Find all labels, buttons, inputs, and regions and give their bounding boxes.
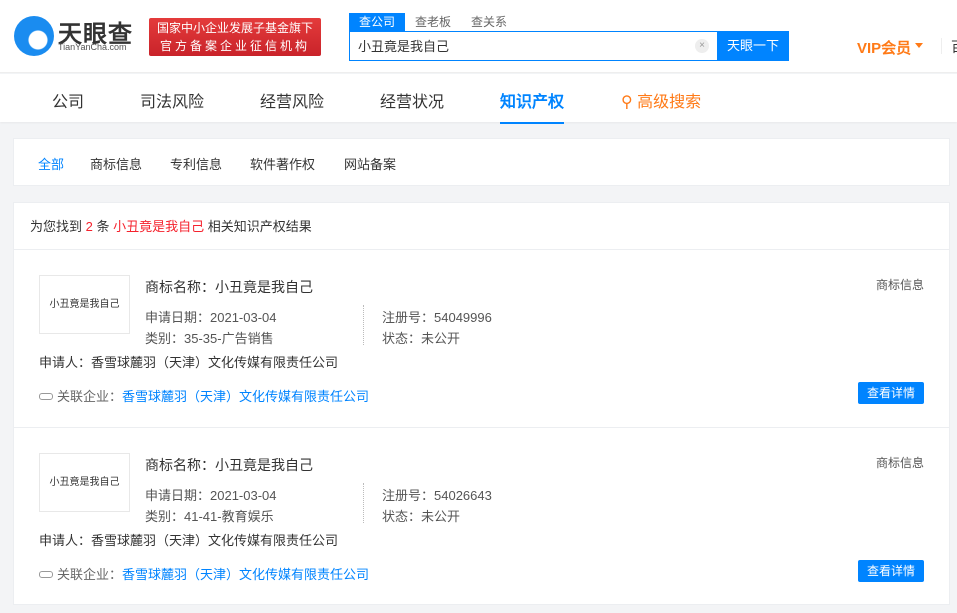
main-nav: 公司 司法风险 经营风险 经营状况 知识产权 ⚲ 高级搜索 (0, 74, 957, 124)
promo-banner[interactable]: 国家中小企业发展子基金旗下 官方备案企业征信机构 (149, 18, 321, 56)
category: 类别：41-41-教育娱乐 (145, 509, 274, 524)
filter-website[interactable]: 网站备案 (344, 154, 396, 173)
nav-tab-operating-risk[interactable]: 经营风险 (260, 88, 324, 112)
advanced-search-label: 高级搜索 (637, 94, 702, 111)
related-company-link[interactable]: 香雪球麓羽（天津）文化传媒有限责任公司 (122, 389, 369, 404)
search-tab-company[interactable]: 查公司 (349, 13, 406, 31)
results-summary: 为您找到 2 条 小丑竟是我自己 相关知识产权结果 (14, 203, 949, 250)
vip-menu[interactable]: VIP会员 (857, 37, 924, 58)
banner-line2: 官方备案企业征信机构 (159, 39, 310, 53)
divider (363, 305, 364, 345)
search-box: × 天眼一下 (349, 31, 789, 61)
related-label: 关联企业： (57, 389, 123, 404)
status: 状态：未公开 (382, 331, 461, 346)
search-icon: ⚲ (621, 94, 633, 111)
logo-subtitle: TianYanCha.com (58, 42, 127, 52)
summary-prefix: 为您找到 (30, 219, 83, 234)
filter-patent[interactable]: 专利信息 (170, 154, 222, 173)
search-type-tabs: 查公司 查老板 查关系 (349, 13, 517, 31)
link-icon (39, 393, 53, 400)
search-tab-relation[interactable]: 查关系 (461, 13, 517, 31)
nav-tab-company[interactable]: 公司 (52, 88, 84, 112)
result-item: 小丑竟是我自己 商标名称：小丑竟是我自己 申请日期：2021-03-04 类别：… (14, 250, 949, 428)
header-cut-text[interactable]: 百 (951, 37, 957, 57)
header: 天眼查 TianYanCha.com 国家中小企业发展子基金旗下 官方备案企业征… (0, 0, 957, 73)
type-label: 商标信息 (875, 456, 924, 470)
caret-down-icon (915, 43, 924, 52)
trademark-name[interactable]: 商标名称：小丑竟是我自己 (145, 455, 313, 475)
trademark-name[interactable]: 商标名称：小丑竟是我自己 (145, 277, 313, 297)
applicant: 申请人：香雪球麓羽（天津）文化传媒有限责任公司 (39, 355, 339, 370)
vip-label: VIP会员 (857, 40, 912, 57)
advanced-search[interactable]: ⚲ 高级搜索 (621, 88, 701, 112)
search-input[interactable] (358, 38, 678, 53)
banner-line1: 国家中小企业发展子基金旗下 (156, 21, 313, 35)
nav-tab-operating-status[interactable]: 经营状况 (380, 88, 444, 112)
nav-tab-ip[interactable]: 知识产权 (500, 88, 565, 124)
status: 状态：未公开 (382, 509, 461, 524)
applicant: 申请人：香雪球麓羽（天津）文化传媒有限责任公司 (39, 533, 339, 548)
category: 类别：35-35-广告销售 (145, 331, 274, 346)
view-details-button[interactable]: 查看详情 (858, 560, 924, 582)
filter-software-copyright[interactable]: 软件著作权 (250, 154, 315, 173)
search-button[interactable]: 天眼一下 (717, 31, 789, 61)
related-company: 关联企业：香雪球麓羽（天津）文化传媒有限责任公司 (39, 386, 369, 405)
apply-date: 申请日期：2021-03-04 (145, 488, 277, 503)
filter-all[interactable]: 全部 (38, 154, 64, 173)
results-card: 为您找到 2 条 小丑竟是我自己 相关知识产权结果 小丑竟是我自己 商标名称：小… (13, 202, 950, 605)
related-company-link[interactable]: 香雪球麓羽（天津）文化传媒有限责任公司 (122, 567, 369, 582)
related-label: 关联企业： (57, 567, 123, 582)
result-count: 2 (85, 219, 93, 234)
clear-icon[interactable]: × (695, 39, 709, 53)
summary-suffix: 相关知识产权结果 (207, 219, 312, 234)
tianyancha-logo-icon[interactable] (14, 16, 54, 56)
trademark-image[interactable]: 小丑竟是我自己 (39, 275, 130, 334)
reg-number: 注册号：54026643 (382, 488, 492, 503)
result-item: 小丑竟是我自己 商标名称：小丑竟是我自己 申请日期：2021-03-04 类别：… (14, 428, 949, 606)
type-label: 商标信息 (875, 278, 924, 292)
summary-keyword: 小丑竟是我自己 (113, 219, 205, 234)
nav-tab-legal-risk[interactable]: 司法风险 (140, 88, 204, 112)
search-tab-boss[interactable]: 查老板 (405, 13, 461, 31)
divider (363, 483, 364, 523)
divider (941, 38, 942, 54)
link-icon (39, 571, 53, 578)
view-details-button[interactable]: 查看详情 (858, 382, 924, 404)
apply-date: 申请日期：2021-03-04 (145, 310, 277, 325)
reg-number: 注册号：54049996 (382, 310, 492, 325)
related-company: 关联企业：香雪球麓羽（天津）文化传媒有限责任公司 (39, 564, 369, 583)
filter-trademark[interactable]: 商标信息 (90, 154, 142, 173)
summary-mid: 条 (96, 219, 110, 234)
filter-bar: 全部 商标信息 专利信息 软件著作权 网站备案 (13, 138, 950, 186)
trademark-image[interactable]: 小丑竟是我自己 (39, 453, 130, 512)
